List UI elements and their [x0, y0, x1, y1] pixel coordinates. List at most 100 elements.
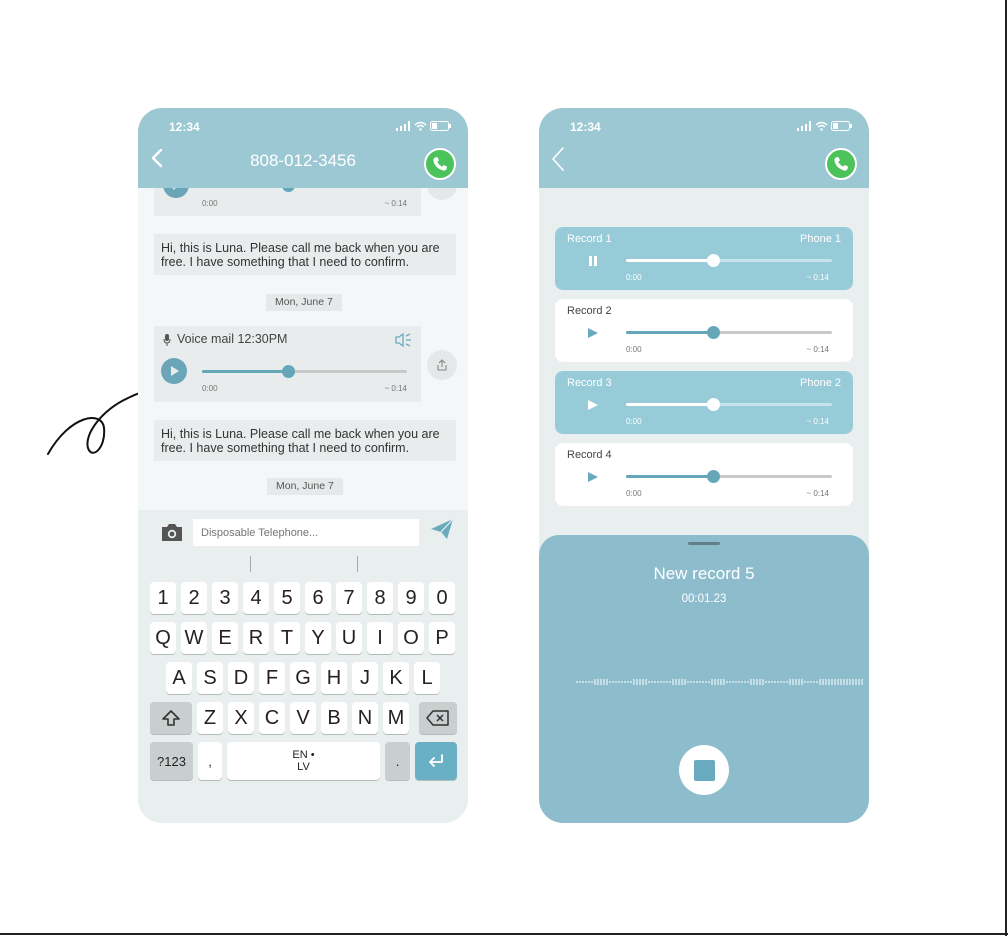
key-7[interactable]: 7	[336, 582, 362, 614]
play-icon[interactable]	[587, 327, 599, 339]
record-name: Record 2	[567, 305, 612, 317]
time-start: 0:00	[626, 273, 642, 282]
signal-icon	[797, 121, 812, 131]
key-d[interactable]: D	[228, 662, 254, 694]
record-progress[interactable]	[626, 254, 832, 267]
key-1[interactable]: 1	[150, 582, 176, 614]
key-6[interactable]: 6	[305, 582, 331, 614]
battery-icon	[430, 121, 451, 131]
record-progress[interactable]	[626, 326, 832, 339]
share-button-top[interactable]	[427, 188, 457, 200]
call-button[interactable]	[424, 148, 456, 180]
status-icons	[396, 120, 452, 134]
play-icon[interactable]	[587, 471, 599, 483]
status-time: 12:34	[570, 120, 601, 134]
camera-button[interactable]	[160, 523, 184, 547]
share-button[interactable]	[427, 350, 457, 380]
key-e[interactable]: E	[212, 622, 238, 654]
status-bar: 12:34	[539, 108, 869, 144]
record-name: Record 4	[567, 449, 612, 461]
pause-icon[interactable]	[587, 255, 599, 267]
key-2[interactable]: 2	[181, 582, 207, 614]
key-a[interactable]: A	[166, 662, 192, 694]
key-i[interactable]: I	[367, 622, 393, 654]
time-end: ~ 0:14	[806, 417, 829, 426]
key-m[interactable]: M	[383, 702, 409, 734]
key-k[interactable]: K	[383, 662, 409, 694]
voicemail-title: Voice mail 12:30PM	[177, 332, 288, 346]
key-v[interactable]: V	[290, 702, 316, 734]
key-s[interactable]: S	[197, 662, 223, 694]
record-progress[interactable]	[626, 470, 832, 483]
play-button[interactable]	[161, 358, 187, 384]
send-button[interactable]	[430, 517, 454, 546]
time-start: 0:00	[202, 384, 218, 393]
send-icon	[431, 518, 454, 539]
play-button[interactable]	[163, 188, 189, 198]
record-item[interactable]: Record 1 Phone 1 0:00 ~ 0:14	[555, 227, 853, 290]
key-z[interactable]: Z	[197, 702, 223, 734]
key-5[interactable]: 5	[274, 582, 300, 614]
key-3[interactable]: 3	[212, 582, 238, 614]
chat-phone-screen: 0:00 ~ 0:14 Hi, this is Luna. Please cal…	[138, 108, 468, 823]
key-t[interactable]: T	[274, 622, 300, 654]
key-0[interactable]: 0	[429, 582, 455, 614]
key-x[interactable]: X	[228, 702, 254, 734]
space-key[interactable]: EN • LV	[227, 742, 380, 780]
play-icon	[173, 188, 177, 190]
period-key[interactable]: .	[385, 742, 410, 780]
message-bubble: Hi, this is Luna. Please call me back wh…	[154, 420, 456, 461]
recording-timer: 00:01.23	[681, 593, 727, 605]
language-label: EN •	[292, 749, 315, 761]
key-q[interactable]: Q	[150, 622, 176, 654]
stop-button[interactable]	[679, 745, 729, 795]
key-j[interactable]: J	[352, 662, 378, 694]
key-u[interactable]: U	[336, 622, 362, 654]
new-record-title: New record 5	[653, 564, 755, 583]
key-f[interactable]: F	[259, 662, 285, 694]
microphone-icon	[163, 334, 171, 346]
key-y[interactable]: Y	[305, 622, 331, 654]
backspace-key[interactable]	[419, 702, 457, 734]
key-8[interactable]: 8	[367, 582, 393, 614]
message-input[interactable]	[193, 519, 419, 546]
key-b[interactable]: B	[321, 702, 347, 734]
key-c[interactable]: C	[259, 702, 285, 734]
key-r[interactable]: R	[243, 622, 269, 654]
record-item[interactable]: Record 4 0:00 ~ 0:14	[555, 443, 853, 506]
enter-key[interactable]	[415, 742, 457, 780]
key-p[interactable]: P	[429, 622, 455, 654]
recording-sheet: New record 5 00:01.23	[539, 535, 869, 823]
voicemail-progress[interactable]	[202, 365, 407, 378]
share-icon	[437, 359, 447, 371]
record-item[interactable]: Record 3 Phone 2 0:00 ~ 0:14	[555, 371, 853, 434]
comma-key[interactable]: ,	[198, 742, 222, 780]
stop-icon	[693, 759, 715, 781]
call-button[interactable]	[825, 148, 857, 180]
key-h[interactable]: H	[321, 662, 347, 694]
record-progress[interactable]	[626, 398, 832, 411]
record-item[interactable]: Record 2 0:00 ~ 0:14	[555, 299, 853, 362]
key-4[interactable]: 4	[243, 582, 269, 614]
back-icon	[552, 147, 564, 171]
speaker-icon[interactable]	[395, 333, 413, 347]
chat-thread[interactable]: 0:00 ~ 0:14 Hi, this is Luna. Please cal…	[138, 188, 468, 510]
phone-icon	[834, 157, 848, 171]
key-9[interactable]: 9	[398, 582, 424, 614]
battery-icon	[831, 121, 852, 131]
sheet-handle[interactable]	[688, 542, 720, 545]
key-l[interactable]: L	[414, 662, 440, 694]
key-w[interactable]: W	[181, 622, 207, 654]
camera-icon	[162, 524, 182, 541]
symbols-key[interactable]: ?123	[150, 742, 193, 780]
shift-key[interactable]	[150, 702, 192, 734]
key-o[interactable]: O	[398, 622, 424, 654]
key-g[interactable]: G	[290, 662, 316, 694]
suggestion-divider	[250, 556, 251, 572]
key-n[interactable]: N	[352, 702, 378, 734]
status-icons	[797, 120, 853, 134]
play-icon[interactable]	[587, 399, 599, 411]
back-button[interactable]	[551, 146, 565, 176]
wifi-icon	[815, 121, 828, 131]
time-start: 0:00	[626, 417, 642, 426]
